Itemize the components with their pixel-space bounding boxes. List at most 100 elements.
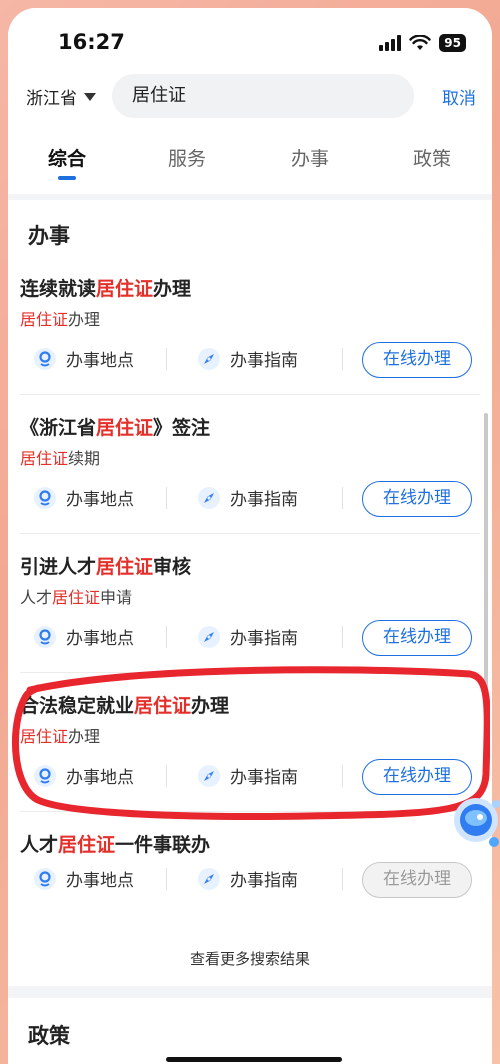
status-time: 16:27 <box>58 30 125 54</box>
location-button[interactable]: 办事地点 <box>34 485 134 510</box>
guide-label: 办事指南 <box>230 490 298 510</box>
subtitle-text-end: 续期 <box>68 449 101 468</box>
list-item[interactable]: 连续就读居住证办理 居住证办理 办事地点 办事指南 在线办理 <box>8 256 492 395</box>
location-pin-icon <box>34 347 56 370</box>
title-text: 《浙江省 <box>20 417 97 439</box>
subtitle-text-end: 办理 <box>68 310 101 329</box>
more-results-link[interactable]: 查看更多搜索结果 <box>8 948 492 969</box>
item-subtitle: 居住证续期 <box>20 445 100 469</box>
item-title[interactable]: 《浙江省居住证》签注 <box>20 413 210 440</box>
item-subtitle: 居住证办理 <box>20 723 100 747</box>
location-button[interactable]: 办事地点 <box>34 346 134 371</box>
guide-button[interactable]: 办事指南 <box>198 763 298 788</box>
title-keyword: 居住证 <box>58 834 116 856</box>
guide-button[interactable]: 办事指南 <box>198 624 298 649</box>
divider <box>166 626 167 648</box>
item-title[interactable]: 人才居住证一件事联办 <box>20 830 210 857</box>
list-item[interactable]: 合法稳定就业居住证办理 居住证办理 办事地点 办事指南 在线办理 <box>8 673 492 812</box>
signal-icon <box>379 35 402 51</box>
region-label: 浙江省 <box>26 89 77 109</box>
divider <box>166 348 167 370</box>
online-apply-button[interactable]: 在线办理 <box>362 620 472 656</box>
online-apply-button[interactable]: 在线办理 <box>362 481 472 517</box>
item-title[interactable]: 连续就读居住证办理 <box>20 274 191 301</box>
online-apply-button[interactable]: 在线办理 <box>362 862 472 898</box>
subtitle-keyword: 居住证 <box>52 588 101 607</box>
wifi-icon <box>409 35 431 50</box>
guide-label: 办事指南 <box>230 768 298 788</box>
list-item[interactable]: 《浙江省居住证》签注 居住证续期 办事地点 办事指南 在线办理 <box>8 395 492 534</box>
tab-policy[interactable]: 政策 <box>413 144 451 171</box>
item-title[interactable]: 合法稳定就业居住证办理 <box>20 691 229 718</box>
location-pin-icon <box>34 867 56 890</box>
compass-icon <box>198 486 220 509</box>
affairs-section: 办事 连续就读居住证办理 居住证办理 办事地点 办事指南 在线办理 《浙江省居住… <box>8 200 492 986</box>
status-bar: 16:27 95 <box>8 30 492 60</box>
header: 16:27 95 浙江省 居住证 取消 综合 服务 办事 政策 <box>8 8 492 194</box>
divider <box>342 626 343 648</box>
section-title-affairs: 办事 <box>28 224 70 248</box>
compass-icon <box>198 625 220 648</box>
policy-section: 政策 <box>8 998 492 1064</box>
subtitle-keyword: 居住证 <box>20 727 69 746</box>
assistant-robot-icon[interactable] <box>444 790 500 860</box>
guide-label: 办事指南 <box>230 351 298 371</box>
subtitle-keyword: 居住证 <box>20 310 69 329</box>
location-label: 办事地点 <box>66 351 134 371</box>
title-text: 合法稳定就业 <box>20 695 135 717</box>
title-text: 连续就读 <box>20 278 97 300</box>
divider <box>166 487 167 509</box>
item-subtitle: 人才居住证申请 <box>20 584 132 608</box>
cancel-button[interactable]: 取消 <box>442 84 476 109</box>
subtitle-text-end: 办理 <box>68 727 101 746</box>
location-pin-icon <box>34 486 56 509</box>
region-selector[interactable]: 浙江省 <box>26 84 96 109</box>
list-item[interactable]: 人才居住证一件事联办 办事地点 办事指南 在线办理 <box>8 812 492 922</box>
subtitle-keyword: 居住证 <box>20 449 69 468</box>
list-item[interactable]: 引进人才居住证审核 人才居住证申请 办事地点 办事指南 在线办理 <box>8 534 492 673</box>
item-subtitle: 居住证办理 <box>20 306 100 330</box>
compass-icon <box>198 347 220 370</box>
title-text: 人才 <box>20 834 59 856</box>
online-apply-button[interactable]: 在线办理 <box>362 342 472 378</box>
phone-screen: 16:27 95 浙江省 居住证 取消 综合 服务 办事 政策 办事 连续就读居… <box>8 8 492 1064</box>
tab-bar: 综合 服务 办事 政策 <box>8 140 492 190</box>
compass-icon <box>198 867 220 890</box>
guide-button[interactable]: 办事指南 <box>198 866 298 891</box>
section-title-policy: 政策 <box>28 1024 70 1048</box>
item-title[interactable]: 引进人才居住证审核 <box>20 552 191 579</box>
divider <box>342 487 343 509</box>
subtitle-text-end: 申请 <box>100 588 133 607</box>
subtitle-text: 人才 <box>20 588 53 607</box>
tab-general[interactable]: 综合 <box>48 144 86 171</box>
guide-label: 办事指南 <box>230 871 298 891</box>
title-text-end: 办理 <box>191 695 230 717</box>
title-keyword: 居住证 <box>134 695 192 717</box>
title-keyword: 居住证 <box>96 556 154 578</box>
tab-affairs[interactable]: 办事 <box>291 144 329 171</box>
location-label: 办事地点 <box>66 871 134 891</box>
scrollbar[interactable] <box>484 413 488 713</box>
title-text-end: 一件事联办 <box>115 834 211 856</box>
title-text-end: 办理 <box>153 278 192 300</box>
battery-icon: 95 <box>439 34 466 52</box>
title-keyword: 居住证 <box>96 278 154 300</box>
caret-down-icon <box>84 92 96 101</box>
title-text: 引进人才 <box>20 556 97 578</box>
title-keyword: 居住证 <box>96 417 154 439</box>
location-button[interactable]: 办事地点 <box>34 866 134 891</box>
home-indicator <box>166 1057 342 1062</box>
divider <box>342 348 343 370</box>
compass-icon <box>198 764 220 787</box>
tab-services[interactable]: 服务 <box>168 144 206 171</box>
guide-button[interactable]: 办事指南 <box>198 346 298 371</box>
divider <box>342 868 343 890</box>
divider <box>166 868 167 890</box>
location-pin-icon <box>34 625 56 648</box>
search-input[interactable]: 居住证 <box>112 74 414 118</box>
location-label: 办事地点 <box>66 629 134 649</box>
location-button[interactable]: 办事地点 <box>34 624 134 649</box>
guide-button[interactable]: 办事指南 <box>198 485 298 510</box>
location-label: 办事地点 <box>66 490 134 510</box>
location-button[interactable]: 办事地点 <box>34 763 134 788</box>
